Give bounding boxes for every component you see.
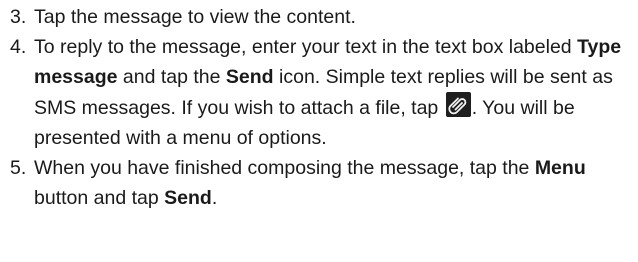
step-text-part: To reply to the message, enter your text… <box>34 36 578 58</box>
step-text: Tap the message to view the content. <box>34 6 356 28</box>
list-item: 4. To reply to the message, enter your t… <box>10 32 632 153</box>
step-text-part: When you have finished composing the mes… <box>34 157 535 179</box>
document-page: 3. Tap the message to view the content. … <box>0 0 638 262</box>
list-item: 5. When you have finished composing the … <box>10 153 632 213</box>
step-text-part: and tap the <box>117 66 226 88</box>
send-label: Send <box>164 187 212 209</box>
paperclip-icon <box>445 92 471 117</box>
menu-label: Menu <box>534 157 586 179</box>
step-number: 3. <box>10 6 27 28</box>
step-number: 4. <box>10 36 27 58</box>
list-item: 3. Tap the message to view the content. <box>10 2 632 32</box>
instruction-list: 3. Tap the message to view the content. … <box>10 2 632 213</box>
step-text-part: . <box>211 187 218 209</box>
step-number: 5. <box>10 157 27 179</box>
step-text-part: button and tap <box>34 187 165 209</box>
send-label: Send <box>225 66 274 88</box>
